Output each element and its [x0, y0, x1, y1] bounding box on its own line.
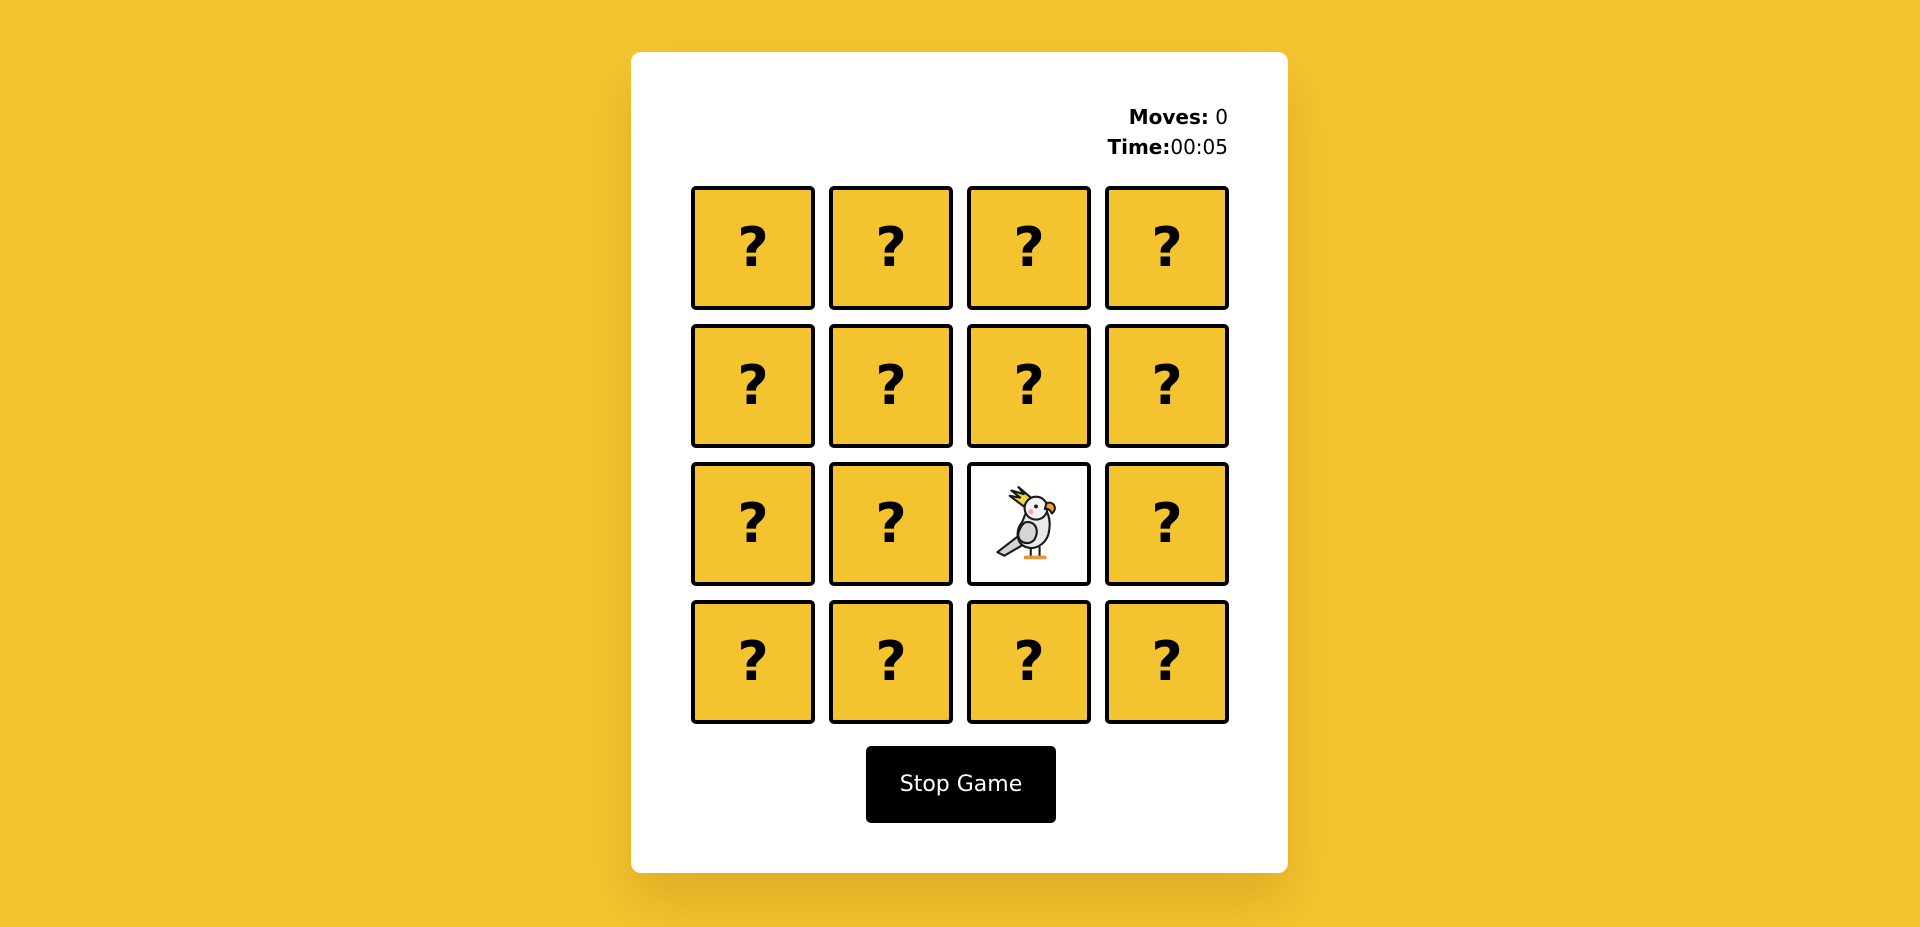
card-3-4[interactable]: ?	[1105, 462, 1229, 586]
moves-stat: Moves: 0	[1107, 102, 1228, 132]
card-1-1[interactable]: ?	[691, 186, 815, 310]
card-2-3[interactable]: ?	[967, 324, 1091, 448]
card-3-2[interactable]: ?	[829, 462, 953, 586]
question-mark: ?	[1013, 216, 1045, 279]
question-mark: ?	[1151, 630, 1183, 693]
card-1-2[interactable]: ?	[829, 186, 953, 310]
card-4-2[interactable]: ?	[829, 600, 953, 724]
question-mark: ?	[875, 630, 907, 693]
question-mark: ?	[1151, 354, 1183, 417]
question-mark: ?	[737, 216, 769, 279]
question-mark: ?	[875, 216, 907, 279]
card-grid: ? ? ? ? ? ? ? ? ? ? ? ? ? ? ?	[691, 186, 1229, 724]
question-mark: ?	[1013, 354, 1045, 417]
card-2-2[interactable]: ?	[829, 324, 953, 448]
card-4-1[interactable]: ?	[691, 600, 815, 724]
stop-game-button[interactable]: Stop Game	[866, 746, 1056, 823]
question-mark: ?	[737, 354, 769, 417]
question-mark: ?	[1013, 630, 1045, 693]
card-1-4[interactable]: ?	[1105, 186, 1229, 310]
card-4-4[interactable]: ?	[1105, 600, 1229, 724]
question-mark: ?	[1151, 216, 1183, 279]
card-4-3[interactable]: ?	[967, 600, 1091, 724]
card-3-1[interactable]: ?	[691, 462, 815, 586]
time-label: Time:	[1107, 135, 1171, 159]
game-stats: Moves: 0 Time:00:05	[1107, 102, 1228, 162]
card-2-4[interactable]: ?	[1105, 324, 1229, 448]
question-mark: ?	[875, 492, 907, 555]
question-mark: ?	[1151, 492, 1183, 555]
question-mark: ?	[737, 492, 769, 555]
question-mark: ?	[737, 630, 769, 693]
game-panel: Moves: 0 Time:00:05 ? ? ? ? ? ? ? ? ? ?	[631, 52, 1288, 873]
question-mark: ?	[875, 354, 907, 417]
card-3-3-revealed[interactable]	[967, 462, 1091, 586]
cockatoo-icon	[996, 485, 1056, 560]
moves-value: 0	[1215, 105, 1228, 129]
time-stat: Time:00:05	[1107, 132, 1228, 162]
card-1-3[interactable]: ?	[967, 186, 1091, 310]
moves-label: Moves:	[1128, 105, 1209, 129]
time-value: 00:05	[1170, 135, 1228, 159]
card-2-1[interactable]: ?	[691, 324, 815, 448]
